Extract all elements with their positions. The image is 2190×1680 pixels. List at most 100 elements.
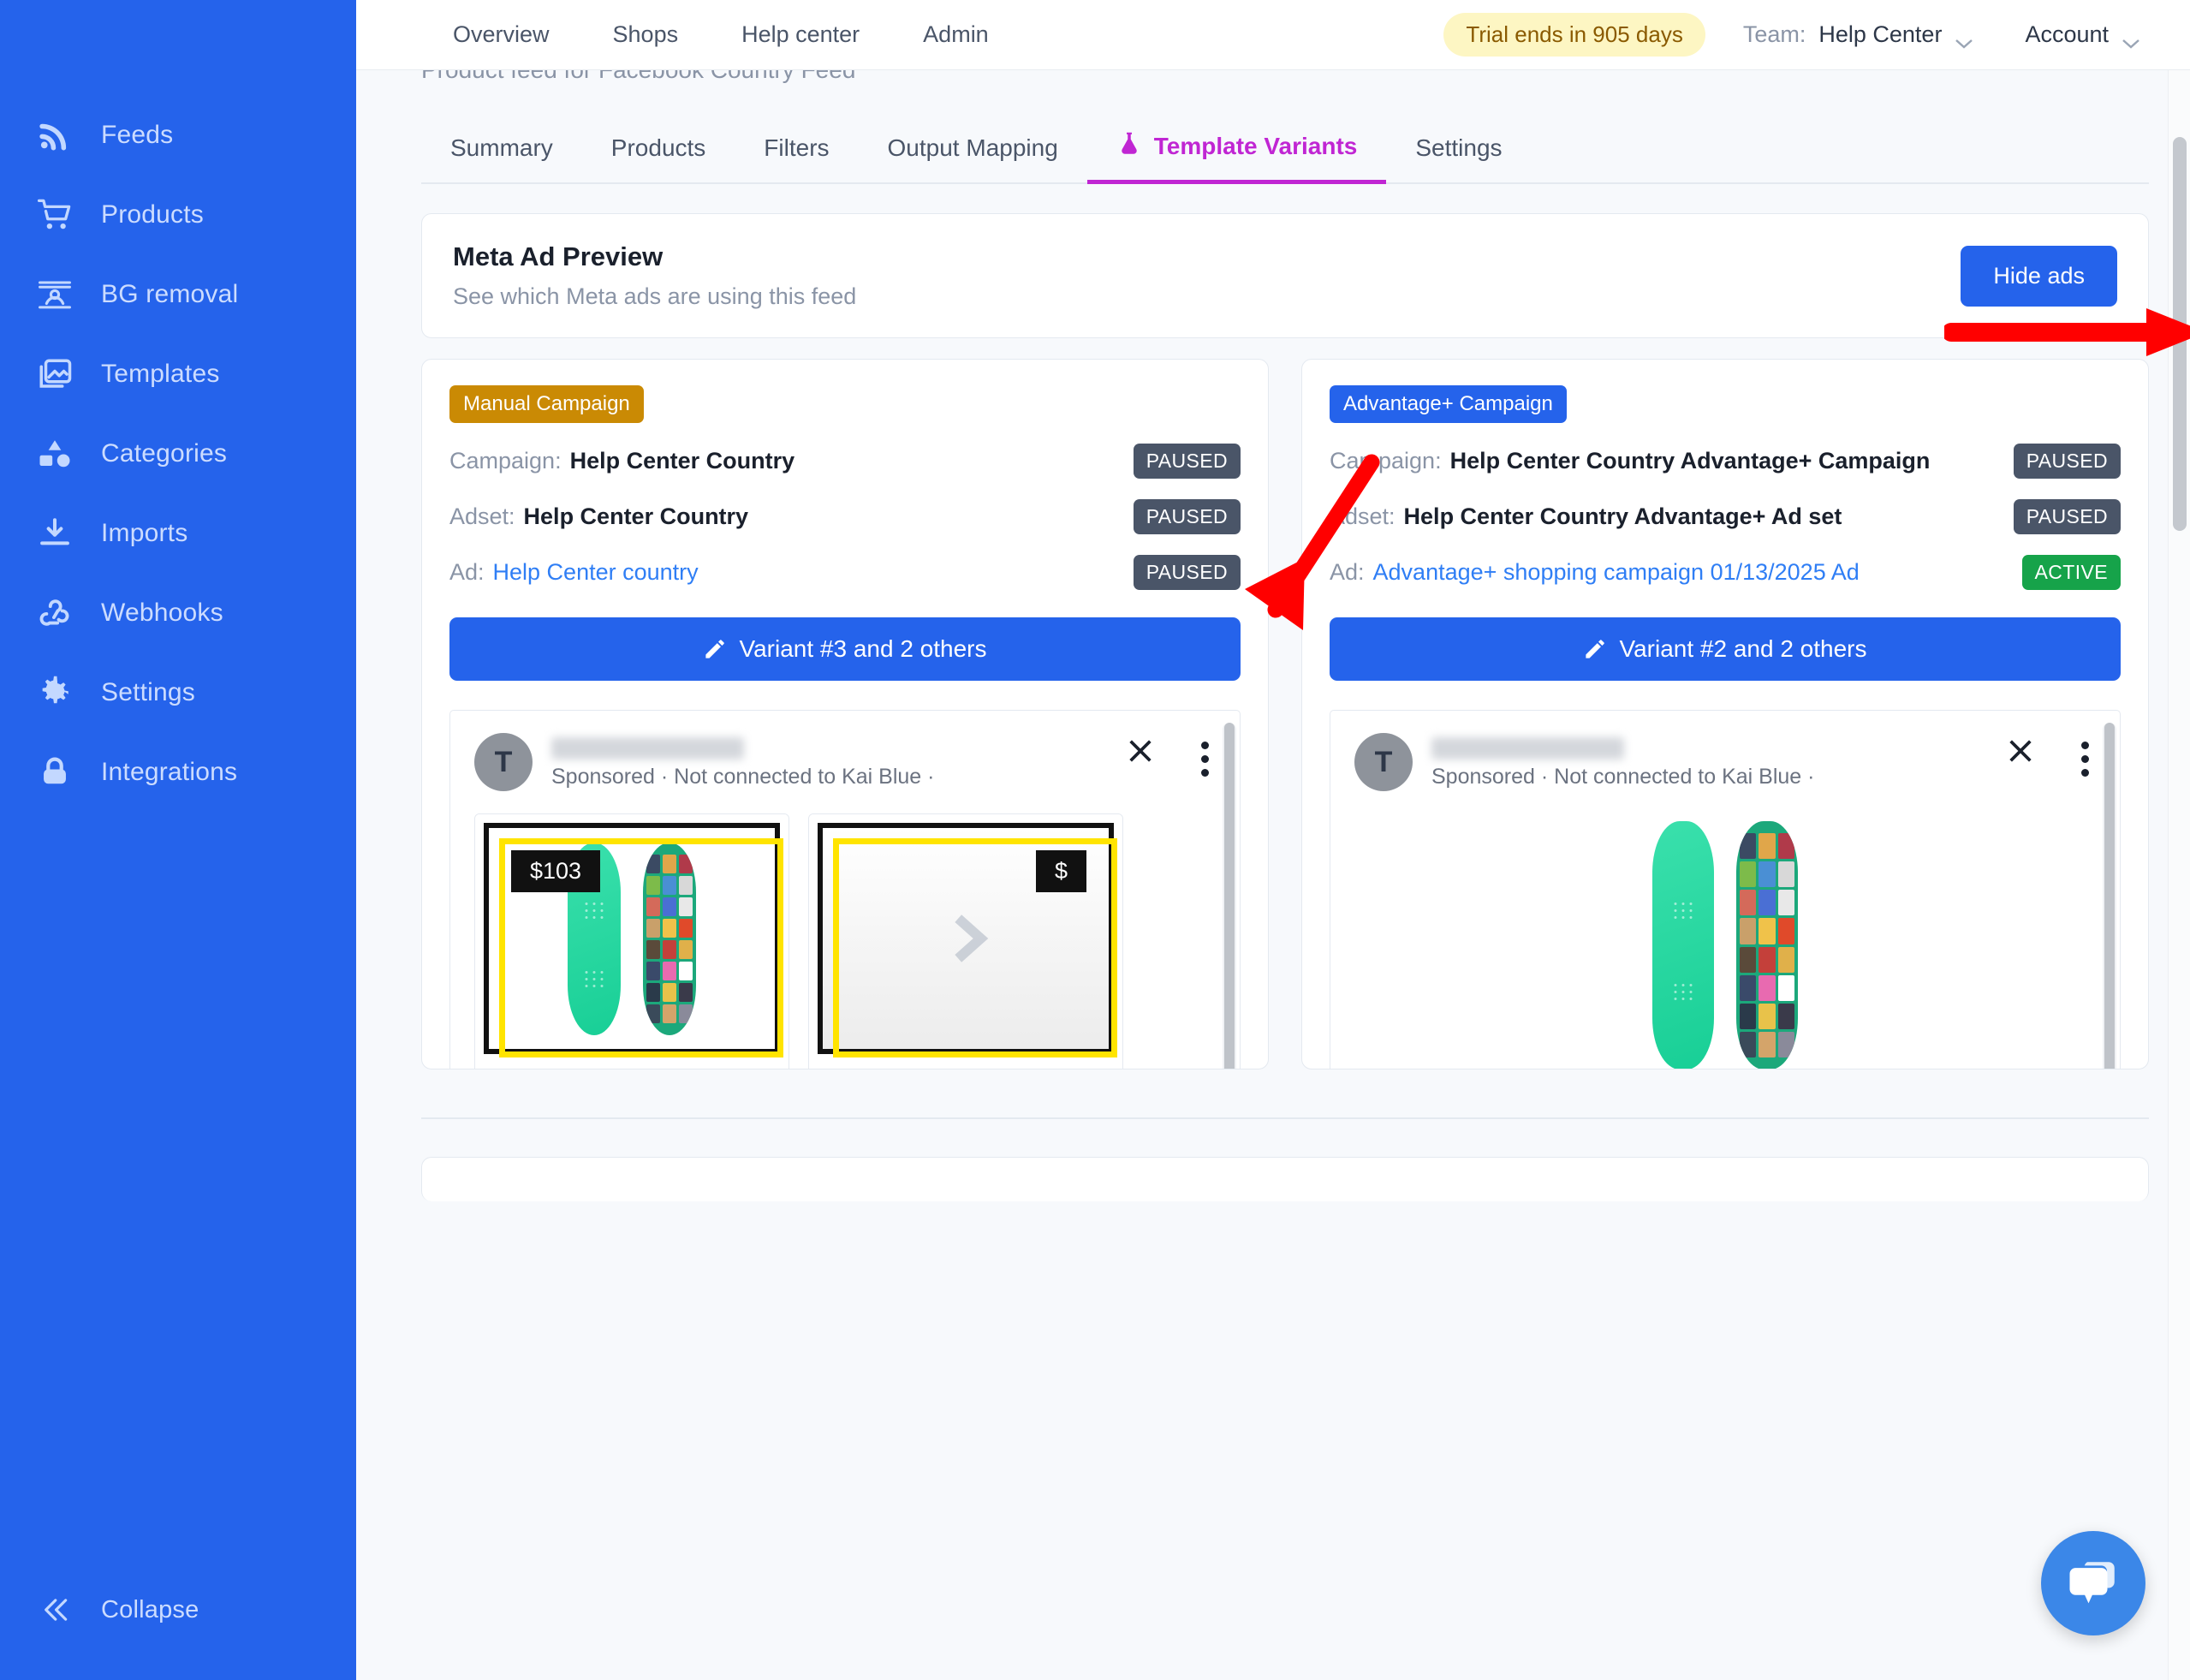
sidebar-item-imports[interactable]: Imports: [0, 508, 356, 559]
image-person-icon: [34, 274, 75, 315]
tab-label: Products: [610, 134, 706, 161]
ad-status-badge: ACTIVE: [2021, 555, 2121, 590]
meta-ad-preview-card: Meta Ad Preview See which Meta ads are u…: [421, 213, 2149, 338]
feed-tabs: Summary Products Filters Output Mapping …: [421, 111, 2149, 184]
ad-carousel[interactable]: $103 $: [474, 813, 1216, 1069]
tab-products[interactable]: Products: [582, 116, 735, 182]
team-prefix-label: Team:: [1742, 21, 1806, 47]
tab-label: Settings: [1415, 134, 1503, 161]
carousel-card[interactable]: $ Selling Ski Wa: [808, 813, 1123, 1069]
sidebar-item-products[interactable]: Products: [0, 189, 356, 241]
ad-card-advantage: Advantage+ Campaign Campaign: Help Cente…: [1301, 359, 2149, 1069]
sidebar-item-label: Settings: [101, 678, 195, 706]
close-icon[interactable]: [1999, 733, 2042, 773]
sidebar-item-label: Integrations: [101, 758, 238, 786]
tab-label: Output Mapping: [887, 134, 1058, 161]
ad-value-link[interactable]: Advantage+ shopping campaign 01/13/2025 …: [1373, 559, 1860, 586]
preview-scrollbar[interactable]: [2103, 723, 2116, 1069]
campaign-label: Campaign:: [1330, 448, 1442, 474]
sidebar-item-label: BG removal: [101, 280, 239, 308]
adset-value: Help Center Country Advantage+ Ad set: [1403, 503, 1842, 529]
sidebar-item-list: Feeds Products BG removal Templates Cate…: [0, 0, 356, 798]
sidebar-item-integrations[interactable]: Integrations: [0, 747, 356, 798]
sidebar-item-label: Imports: [101, 519, 188, 547]
sidebar-item-label: Categories: [101, 439, 228, 468]
team-switcher[interactable]: Team: Help Center: [1742, 21, 1974, 49]
tab-output-mapping[interactable]: Output Mapping: [859, 116, 1087, 182]
top-nav-admin[interactable]: Admin: [891, 21, 1021, 48]
sidebar-item-templates[interactable]: Templates: [0, 349, 356, 400]
content-scroll-area: Product feed for Facebook Country Feed S…: [356, 70, 2190, 1680]
variant-edit-button[interactable]: Variant #3 and 2 others: [449, 617, 1241, 681]
chevron-down-icon: [1955, 29, 1973, 49]
campaign-label: Campaign:: [449, 448, 562, 474]
account-menu[interactable]: Account: [2025, 21, 2140, 49]
variant-edit-label: Variant #3 and 2 others: [739, 635, 987, 662]
fb-preview-inner: T Sponsored · Not connected to Kai Blue …: [450, 711, 1240, 1069]
fb-ad-preview-advantage: T Sponsored · Not connected to Kai Blue …: [1330, 710, 2121, 1069]
campaign-status-badge: PAUSED: [2013, 444, 2121, 479]
carousel-card-footer: Selling Ski Wa: [809, 1063, 1122, 1069]
hide-ads-button[interactable]: Hide ads: [1961, 245, 2117, 307]
page-name-redacted: [1431, 737, 1624, 760]
snowboard-pattern: [643, 842, 696, 1035]
top-nav: Overview Shops Help center Admin: [421, 21, 1021, 48]
price-tag: $103: [511, 850, 601, 892]
rss-icon: [34, 115, 75, 156]
top-nav-shops[interactable]: Shops: [581, 21, 711, 48]
more-vertical-icon[interactable]: [1194, 733, 1216, 780]
page-scrollbar[interactable]: [2168, 70, 2190, 1680]
adset-label: Adset:: [1330, 503, 1396, 529]
fb-preview-inner: T Sponsored · Not connected to Kai Blue …: [1330, 711, 2120, 1069]
sidebar-item-bg-removal[interactable]: BG removal: [0, 269, 356, 320]
sidebar-collapse-button[interactable]: Collapse: [0, 1589, 356, 1630]
ad-value-link[interactable]: Help Center country: [493, 559, 699, 586]
carousel-card-image: $: [809, 814, 1122, 1063]
campaign-row: Campaign: Help Center Country Advantage+…: [1330, 444, 2121, 479]
team-name-label: Help Center: [1818, 21, 1943, 47]
tab-filters[interactable]: Filters: [735, 116, 858, 182]
carousel-card[interactable]: $103: [474, 813, 789, 1069]
meta-ad-preview-subtitle: See which Meta ads are using this feed: [453, 283, 857, 309]
sidebar: Feeds Products BG removal Templates Cate…: [0, 0, 356, 1680]
sidebar-item-settings[interactable]: Settings: [0, 667, 356, 718]
preview-scrollbar[interactable]: [1223, 723, 1236, 1069]
sidebar-item-feeds[interactable]: Feeds: [0, 110, 356, 161]
tab-template-variants[interactable]: Template Variants: [1086, 111, 1387, 184]
carousel-next-icon[interactable]: [936, 909, 996, 968]
cart-icon: [34, 194, 75, 235]
tab-settings[interactable]: Settings: [1386, 116, 1531, 182]
sidebar-item-webhooks[interactable]: Webhooks: [0, 587, 356, 639]
campaign-type-badge: Manual Campaign: [449, 385, 644, 423]
fb-post-header: T Sponsored · Not connected to Kai Blue …: [1354, 733, 2096, 791]
chat-widget-button[interactable]: [2041, 1531, 2145, 1635]
adset-status-badge: PAUSED: [1133, 499, 1241, 534]
sidebar-item-label: Templates: [101, 360, 220, 388]
campaign-row: Campaign: Help Center Country PAUSED: [449, 444, 1241, 479]
sidebar-item-label: Feeds: [101, 121, 174, 149]
fb-post-header: T Sponsored · Not connected to Kai Blue …: [474, 733, 1216, 791]
ads-row: Manual Campaign Campaign: Help Center Co…: [421, 359, 2149, 1069]
top-nav-overview[interactable]: Overview: [421, 21, 581, 48]
adset-label: Adset:: [449, 503, 515, 529]
snowboard-plain: [1652, 821, 1714, 1069]
chat-bubbles-icon: [2069, 1562, 2115, 1604]
download-icon: [34, 513, 75, 554]
top-nav-help-center[interactable]: Help center: [710, 21, 891, 48]
top-bar-right: Trial ends in 905 days Team: Help Center…: [1443, 13, 2149, 57]
sidebar-item-categories[interactable]: Categories: [0, 428, 356, 480]
sidebar-item-label: Products: [101, 200, 204, 229]
campaign-type-badge: Advantage+ Campaign: [1330, 385, 1567, 423]
tab-summary[interactable]: Summary: [421, 116, 582, 182]
adset-row: Adset: Help Center Country PAUSED: [449, 499, 1241, 534]
ad-card-manual: Manual Campaign Campaign: Help Center Co…: [421, 359, 1269, 1069]
campaign-status-badge: PAUSED: [1133, 444, 1241, 479]
variant-edit-button[interactable]: Variant #2 and 2 others: [1330, 617, 2121, 681]
adset-row: Adset: Help Center Country Advantage+ Ad…: [1330, 499, 2121, 534]
tab-label: Summary: [450, 134, 553, 161]
more-vertical-icon[interactable]: [2074, 733, 2096, 780]
close-icon[interactable]: [1119, 733, 1162, 773]
fb-post-meta: Sponsored · Not connected to Kai Blue ·: [1431, 733, 1980, 791]
top-bar: Overview Shops Help center Admin Trial e…: [356, 0, 2190, 70]
ad-label: Ad:: [1330, 559, 1365, 585]
